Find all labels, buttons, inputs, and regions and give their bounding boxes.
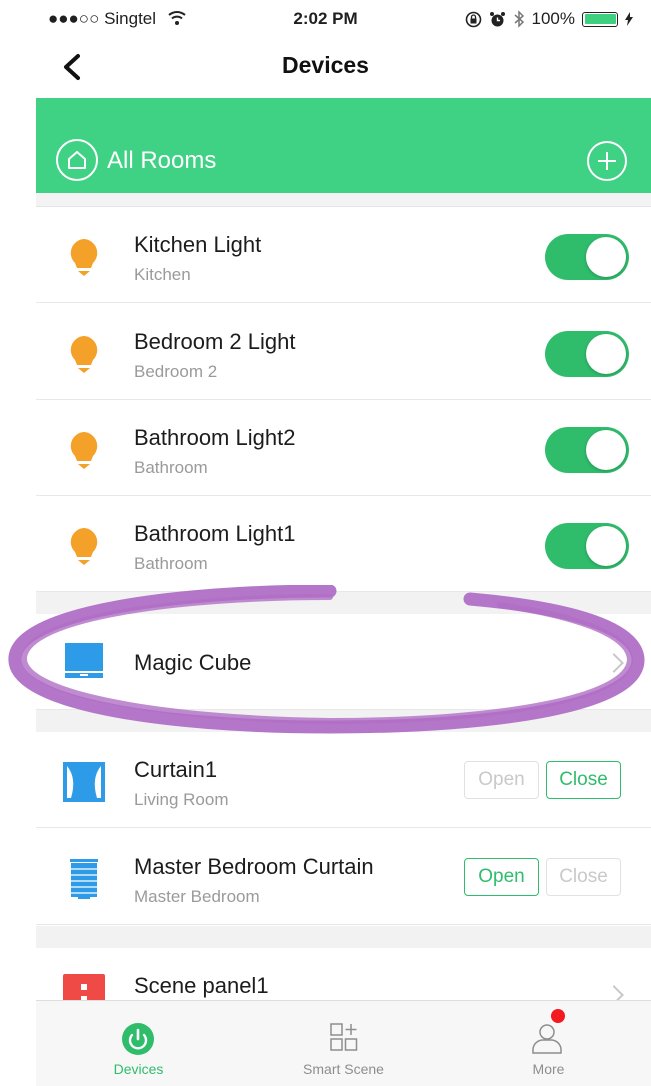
add-device-icon[interactable] <box>587 141 627 181</box>
tab-label: Devices <box>113 1061 164 1077</box>
device-room: Bathroom <box>134 458 208 477</box>
alarm-icon <box>489 11 505 26</box>
bulb-icon <box>70 239 98 276</box>
nav-bar: Devices <box>0 38 651 96</box>
section-divider <box>36 592 651 614</box>
device-row-curtain1[interactable]: Curtain1 Living Room Open Close <box>36 732 651 828</box>
device-room: Kitchen <box>134 265 191 284</box>
device-name: Scene panel1 <box>134 973 269 998</box>
device-room: Living Room <box>134 790 229 809</box>
power-toggle[interactable] <box>545 234 629 280</box>
power-toggle[interactable] <box>545 523 629 569</box>
power-toggle[interactable] <box>545 331 629 377</box>
power-icon <box>122 1023 154 1055</box>
device-row-magic-cube[interactable]: Magic Cube <box>36 614 651 710</box>
open-button[interactable]: Open <box>464 858 539 896</box>
device-room: Master Bedroom <box>134 887 260 906</box>
tab-label: More <box>532 1061 565 1077</box>
device-name: Magic Cube <box>134 650 252 675</box>
bluetooth-icon <box>514 10 524 28</box>
status-right: 100% <box>465 9 633 29</box>
close-button[interactable]: Close <box>546 858 621 896</box>
device-name: Bedroom 2 Light <box>134 329 296 354</box>
tab-devices[interactable]: Devices <box>36 1001 241 1086</box>
device-name: Master Bedroom Curtain <box>134 854 374 879</box>
device-name: Bathroom Light1 <box>134 521 296 546</box>
device-row-kitchen-light[interactable]: Kitchen Light Kitchen <box>36 207 651 303</box>
tab-smart-scene[interactable]: Smart Scene <box>241 1001 446 1086</box>
bulb-icon <box>70 336 98 373</box>
device-room: Bedroom 2 <box>134 362 218 381</box>
device-room: Bathroom <box>134 554 208 573</box>
section-divider <box>36 926 651 948</box>
chevron-right-icon <box>604 653 624 673</box>
battery-percent: 100% <box>531 9 575 28</box>
device-row-bedroom-2-light[interactable]: Bedroom 2 Light Bedroom 2 <box>36 304 651 400</box>
magic-cube-icon <box>65 643 103 678</box>
bulb-icon <box>70 432 98 469</box>
charging-icon <box>625 12 633 26</box>
rooms-header[interactable]: All Rooms <box>36 98 651 193</box>
home-icon <box>56 139 98 181</box>
notification-badge <box>551 1009 565 1023</box>
device-row-bathroom-light1[interactable]: Bathroom Light1 Bathroom <box>36 496 651 592</box>
section-divider <box>36 710 651 732</box>
tab-label: Smart Scene <box>303 1061 384 1077</box>
close-button[interactable]: Close <box>546 761 621 799</box>
smart-scene-icon <box>330 1023 358 1051</box>
bulb-icon <box>70 528 98 565</box>
device-row-bathroom-light2[interactable]: Bathroom Light2 Bathroom <box>36 400 651 496</box>
page-title: Devices <box>282 52 369 78</box>
lock-rotation-icon <box>465 11 481 27</box>
tab-more[interactable]: More <box>446 1001 651 1086</box>
open-button[interactable]: Open <box>464 761 539 799</box>
person-icon <box>532 1024 562 1054</box>
list-top-spacer <box>36 193 651 207</box>
device-name: Curtain1 <box>134 757 218 782</box>
power-toggle[interactable] <box>545 427 629 473</box>
status-bar: ●●●○○ Singtel 2:02 PM 100% <box>0 0 651 38</box>
curtain-icon <box>63 762 105 802</box>
device-row-master-bedroom-curtain[interactable]: Master Bedroom Curtain Master Bedroom Op… <box>36 829 651 925</box>
device-name: Bathroom Light2 <box>134 425 296 450</box>
blind-icon <box>70 859 98 899</box>
rooms-label[interactable]: All Rooms <box>107 147 216 175</box>
battery-icon <box>582 11 618 27</box>
device-name: Kitchen Light <box>134 232 262 257</box>
tab-bar: Devices Smart Scene More <box>36 1000 651 1086</box>
